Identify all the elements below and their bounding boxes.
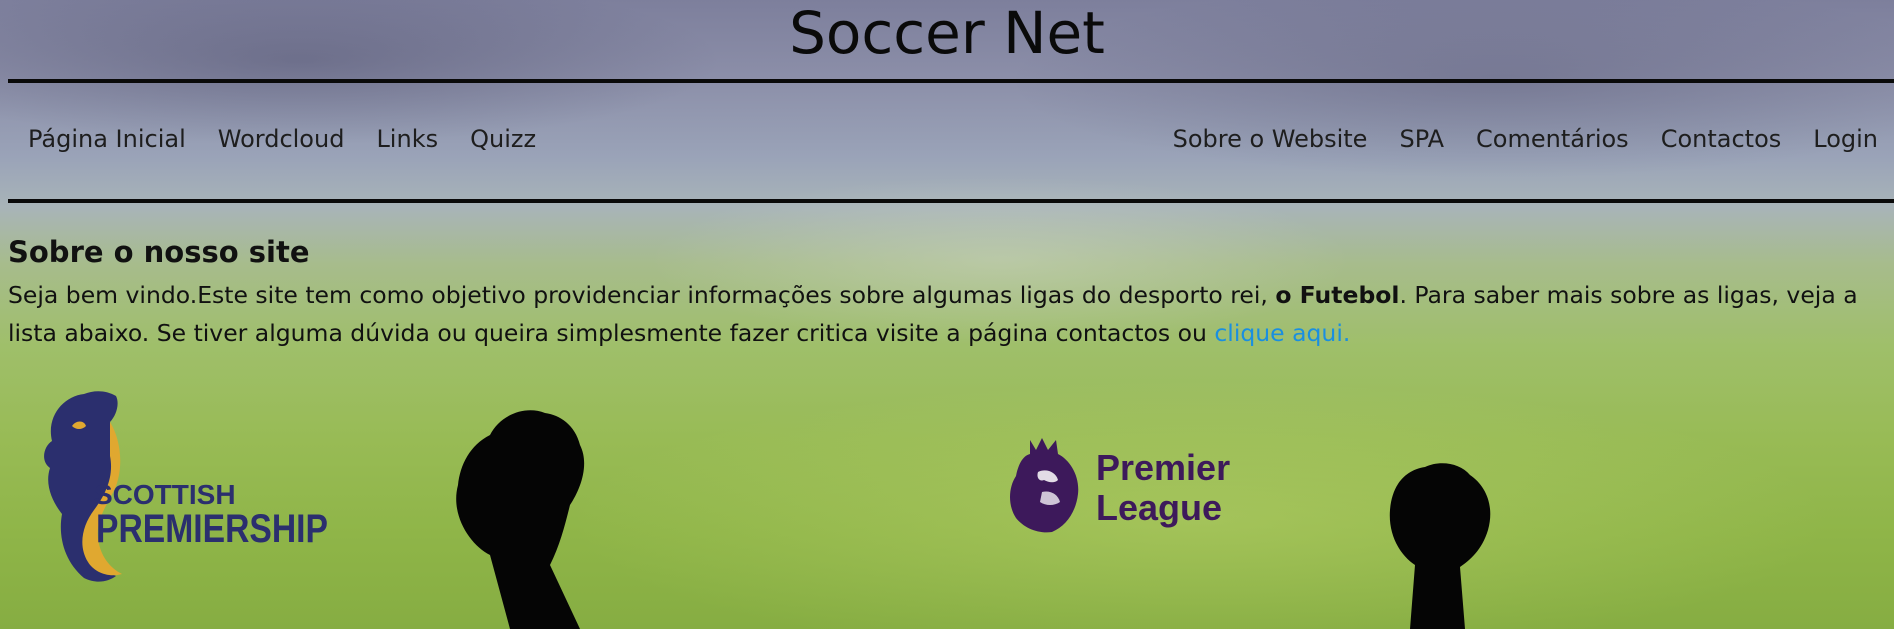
about-text-intro: Seja bem vindo.Este site tem como objeti… — [8, 281, 1276, 309]
premier-logo-line2: League — [1096, 487, 1222, 528]
raised-fist-left — [456, 410, 585, 629]
nav-link-contactos[interactable]: Contactos — [1645, 120, 1798, 158]
scottish-premiership-logo[interactable]: SCOTTISH PREMIERSHIP — [24, 386, 334, 586]
about-section: Sobre o nosso site Seja bem vindo.Este s… — [8, 232, 1888, 352]
nav-link-quizz[interactable]: Quizz — [454, 120, 552, 158]
contact-link[interactable]: clique aqui. — [1214, 319, 1350, 347]
lion-crown-icon — [1010, 438, 1079, 533]
about-paragraph: Seja bem vindo.Este site tem como objeti… — [8, 276, 1888, 352]
premier-league-logo[interactable]: Premier League — [1008, 436, 1248, 536]
header-divider-bottom — [8, 199, 1894, 203]
nav-link-pagina-inicial[interactable]: Página Inicial — [12, 120, 202, 158]
nav-link-login[interactable]: Login — [1797, 120, 1894, 158]
main-nav: Página Inicial Wordcloud Links Quizz Sob… — [0, 120, 1894, 160]
nav-left-group: Página Inicial Wordcloud Links Quizz — [12, 120, 552, 158]
site-title: Soccer Net — [789, 0, 1105, 67]
header-divider-top — [8, 79, 1894, 83]
nav-link-sobre-website[interactable]: Sobre o Website — [1157, 120, 1384, 158]
about-text-bold: o Futebol — [1275, 281, 1400, 309]
about-heading: Sobre o nosso site — [8, 235, 310, 269]
nav-link-comentarios[interactable]: Comentários — [1460, 120, 1645, 158]
nav-link-spa[interactable]: SPA — [1383, 120, 1460, 158]
scottish-logo-line2: PREMIERSHIP — [96, 507, 328, 551]
nav-link-links[interactable]: Links — [360, 120, 454, 158]
raised-fist-right — [1389, 463, 1491, 629]
nav-link-wordcloud[interactable]: Wordcloud — [202, 120, 361, 158]
nav-right-group: Sobre o Website SPA Comentários Contacto… — [1157, 120, 1894, 158]
premier-logo-line1: Premier — [1096, 447, 1230, 488]
scottish-logo-line1: SCOTTISH — [94, 479, 236, 510]
